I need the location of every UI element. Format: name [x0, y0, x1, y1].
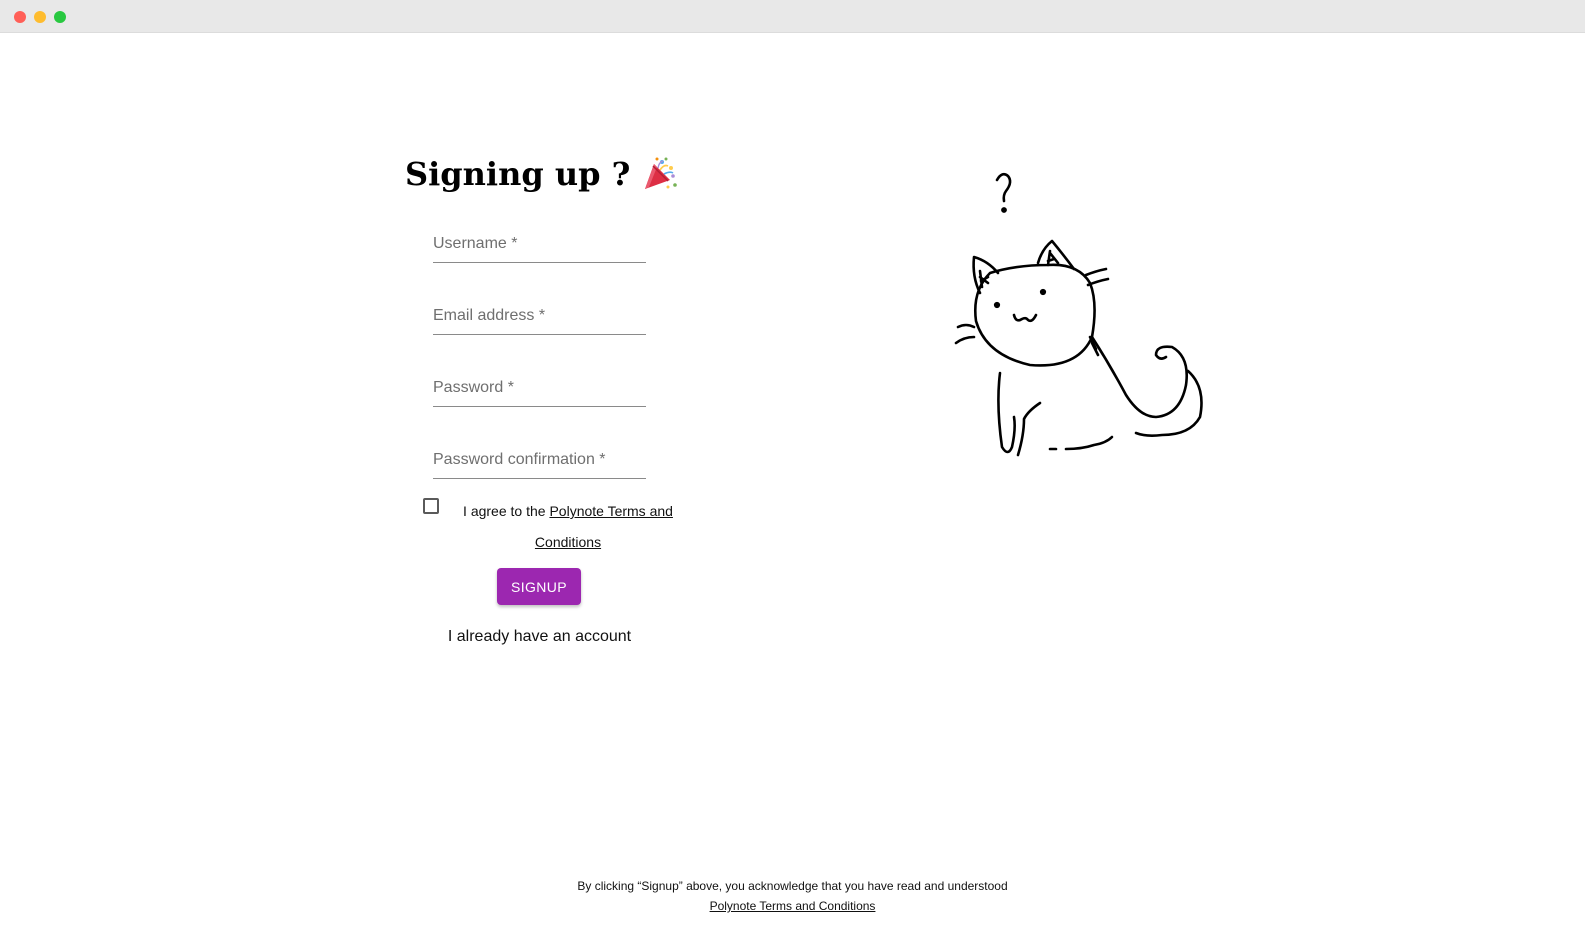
password-input[interactable] [433, 376, 646, 406]
password-confirmation-input[interactable] [433, 448, 646, 478]
maximize-window-button[interactable] [54, 11, 66, 23]
close-window-button[interactable] [14, 11, 26, 23]
username-input[interactable] [433, 232, 646, 262]
page-title-text: Signing up ? [405, 155, 631, 193]
page-title: Signing up ? [405, 155, 678, 193]
password-field[interactable]: Password * [433, 376, 646, 407]
password-confirmation-field[interactable]: Password confirmation * [433, 448, 646, 479]
confused-cat-icon [950, 165, 1230, 465]
terms-link[interactable]: Polynote Terms and Conditions [535, 503, 673, 550]
footer-notice: By clicking “Signup” above, you acknowle… [0, 876, 1585, 916]
have-account-link[interactable]: I already have an account [433, 628, 646, 646]
party-popper-icon [642, 156, 678, 192]
window-titlebar [0, 0, 1585, 33]
minimize-window-button[interactable] [34, 11, 46, 23]
footer-terms-link[interactable]: Polynote Terms and Conditions [710, 899, 876, 913]
footer-notice-text: By clicking “Signup” above, you acknowle… [577, 879, 1008, 893]
email-field[interactable]: Email address * [433, 304, 646, 335]
terms-checkbox[interactable] [423, 498, 439, 514]
terms-agreement-text: I agree to the Polynote Terms and Condit… [453, 496, 683, 558]
signup-button[interactable]: SIGNUP [497, 568, 581, 605]
terms-agreement-prefix: I agree to the [463, 503, 550, 519]
username-field[interactable]: Username * [433, 232, 646, 263]
email-input[interactable] [433, 304, 646, 334]
browser-window: Signing up ? Username * Email address * … [0, 0, 1585, 951]
